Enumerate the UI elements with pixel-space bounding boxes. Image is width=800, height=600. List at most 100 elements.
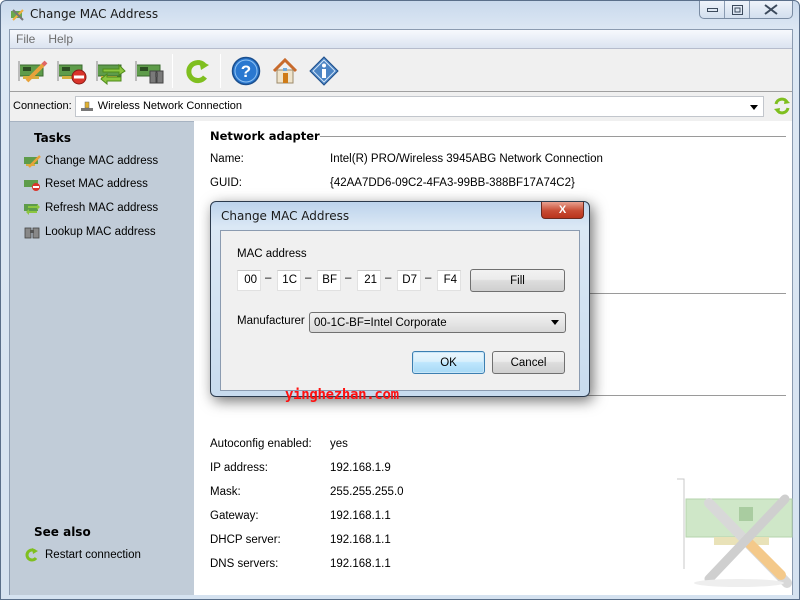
row-label: DNS servers:: [210, 558, 279, 570]
minimize-icon: [706, 7, 718, 12]
home-toolbar-button[interactable]: [266, 53, 303, 89]
row-label: IP address:: [210, 462, 268, 474]
tasks-heading: Tasks: [34, 131, 72, 145]
adapter-name-row: Name: Intel(R) PRO/Wireless 3945ABG Netw…: [210, 153, 603, 165]
refresh-connection-button[interactable]: [772, 96, 792, 116]
connection-value: Wireless Network Connection: [97, 100, 242, 112]
ok-button[interactable]: OK: [412, 351, 485, 374]
mac-separator: –: [265, 272, 272, 284]
chevron-down-icon: [750, 104, 759, 110]
row-value: 192.168.1.1: [330, 534, 391, 546]
menu-bar: File Help: [10, 30, 792, 49]
close-button[interactable]: [750, 1, 792, 18]
mac-address-label: MAC address: [237, 248, 307, 260]
menu-file[interactable]: File: [15, 32, 36, 46]
help-toolbar-button[interactable]: ?: [227, 53, 264, 89]
task-reset-mac[interactable]: Reset MAC address: [23, 177, 148, 191]
row-label: Autoconfig enabled:: [210, 438, 312, 450]
task-label: Change MAC address: [45, 155, 159, 167]
maximize-button[interactable]: [725, 1, 750, 18]
task-label: Refresh MAC address: [45, 202, 159, 214]
change-mac-toolbar-button[interactable]: [14, 53, 51, 89]
watermark-text: yinghezhan.com: [285, 387, 399, 403]
binoculars-icon: [24, 227, 40, 239]
manufacturer-value: 00-1C-BF=Intel Corporate: [314, 316, 447, 329]
mac-octet-1-input[interactable]: 00: [237, 270, 261, 291]
help-icon: ?: [231, 56, 260, 85]
section-divider: [320, 136, 786, 137]
dns-servers-row: DNS servers: 192.168.1.1: [210, 558, 391, 570]
see-also-label: Restart connection: [45, 549, 141, 561]
network-connection-icon: [80, 101, 93, 111]
task-sidebar: Tasks Change MAC address Reset MAC addre…: [10, 121, 194, 595]
minimize-button[interactable]: [700, 1, 725, 18]
row-value: 192.168.1.1: [330, 558, 391, 570]
connection-bar: Connection: Wireless Network Connection: [10, 93, 792, 119]
gateway-row: Gateway: 192.168.1.1: [210, 510, 391, 522]
close-icon: X: [558, 204, 567, 216]
section-divider: [584, 395, 786, 396]
about-toolbar-button[interactable]: [305, 53, 342, 89]
change-mac-dialog: Change MAC Address X MAC address 00 – 1C…: [210, 201, 590, 397]
mac-separator: –: [305, 272, 312, 284]
see-also-restart-connection[interactable]: Restart connection: [23, 548, 141, 562]
task-lookup-mac[interactable]: Lookup MAC address: [23, 225, 156, 239]
task-label: Reset MAC address: [45, 178, 148, 190]
mac-separator: –: [385, 272, 392, 284]
network-card-tools-illustration: [677, 478, 793, 588]
toolbar-separator: [220, 53, 221, 88]
mac-separator: –: [425, 272, 432, 284]
row-value: 192.168.1.9: [330, 462, 391, 474]
mac-octet-2-input[interactable]: 1C: [277, 270, 301, 291]
menu-help[interactable]: Help: [47, 32, 74, 46]
dialog-title: Change MAC Address: [221, 209, 350, 223]
row-label: DHCP server:: [210, 534, 281, 546]
toolbar-separator: [172, 53, 173, 88]
home-icon: [272, 57, 297, 83]
row-value: 255.255.255.0: [330, 486, 404, 498]
mac-octet-3-input[interactable]: BF: [317, 270, 341, 291]
network-card-binoculars-icon: [134, 60, 163, 83]
connection-select[interactable]: Wireless Network Connection: [74, 95, 765, 117]
dialog-close-button[interactable]: X: [541, 202, 584, 219]
task-change-mac[interactable]: Change MAC address: [23, 154, 158, 168]
mac-octet-5-input[interactable]: D7: [397, 270, 421, 291]
chevron-down-icon: [551, 320, 559, 325]
row-value: {42AA7DD6-09C2-4FA3-99BB-388BF17A74C2}: [330, 177, 575, 189]
restart-icon: [25, 548, 38, 562]
task-refresh-mac[interactable]: Refresh MAC address: [23, 201, 158, 215]
refresh-mac-toolbar-button[interactable]: [92, 53, 129, 89]
network-adapter-heading: Network adapter: [210, 129, 320, 143]
mask-row: Mask: 255.255.255.0: [210, 486, 404, 498]
svg-text:?: ?: [240, 62, 250, 81]
mac-separator: –: [345, 272, 352, 284]
manufacturer-label: Manufacturer: [237, 315, 305, 327]
row-label: Mask:: [210, 486, 241, 498]
section-divider: [584, 293, 786, 294]
network-card-refresh-icon: [24, 204, 40, 215]
reset-mac-toolbar-button[interactable]: [53, 53, 90, 89]
maximize-icon: [731, 4, 743, 15]
mac-octet-6-input[interactable]: F4: [437, 270, 461, 291]
row-value: 192.168.1.1: [330, 510, 391, 522]
dialog-body: MAC address 00 – 1C – BF – 21 – D7 – F4 …: [220, 230, 580, 391]
manufacturer-select[interactable]: 00-1C-BF=Intel Corporate: [309, 312, 566, 333]
restart-connection-toolbar-button[interactable]: [179, 53, 216, 89]
app-window: Change MAC Address File Help ? Connectio…: [0, 0, 800, 600]
fill-button[interactable]: Fill: [470, 269, 565, 292]
row-label: Gateway:: [210, 510, 259, 522]
lookup-mac-toolbar-button[interactable]: [131, 53, 168, 89]
mac-octet-4-input[interactable]: 21: [357, 270, 381, 291]
info-icon: [308, 55, 339, 86]
caption-buttons: [699, 1, 793, 19]
connection-label: Connection:: [13, 100, 72, 112]
row-label: GUID:: [210, 177, 242, 189]
task-label: Lookup MAC address: [45, 226, 156, 238]
autoconfig-row: Autoconfig enabled: yes: [210, 438, 348, 450]
cancel-button[interactable]: Cancel: [492, 351, 565, 374]
network-card-pencil-icon: [17, 60, 47, 82]
window-title: Change MAC Address: [30, 7, 159, 21]
toolbar: ?: [10, 50, 792, 92]
see-also-heading: See also: [34, 525, 91, 539]
restart-icon: [185, 59, 209, 83]
